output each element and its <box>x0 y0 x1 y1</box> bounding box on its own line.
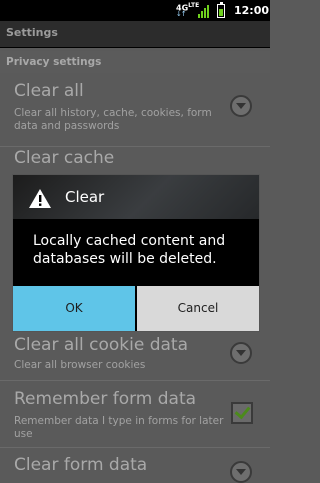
setting-title: Clear cache <box>14 148 115 168</box>
cancel-button[interactable]: Cancel <box>137 286 259 331</box>
chevron-down-icon[interactable] <box>230 342 252 364</box>
setting-subtitle: Clear all browser cookies <box>14 359 146 371</box>
data-activity-arrows: ↓↑ <box>176 10 187 18</box>
warning-icon <box>29 189 51 208</box>
section-header-privacy: Privacy settings <box>0 51 270 73</box>
status-bar: 4GLTE ↓↑ 12:00 <box>0 0 270 21</box>
status-time: 12:00 <box>234 4 270 17</box>
setting-title: Clear all cookie data <box>14 335 189 355</box>
section-label: Privacy settings <box>6 56 102 68</box>
setting-remember-form-data[interactable]: Remember form data Remember data I type … <box>0 381 270 448</box>
clear-dialog: Clear Locally cached content and databas… <box>12 174 260 332</box>
setting-clear-cookie-data[interactable]: Clear all cookie data Clear all browser … <box>0 332 270 381</box>
setting-clear-all[interactable]: Clear all Clear all history, cache, cook… <box>0 73 270 149</box>
battery-icon <box>217 2 225 18</box>
setting-title: Remember form data <box>14 389 197 409</box>
page-title: Settings <box>6 26 58 39</box>
signal-strength-icon <box>198 5 209 18</box>
title-bar: Settings <box>0 21 270 48</box>
setting-subtitle: Clear all history, cache, cookies, form … <box>14 107 212 132</box>
chevron-down-icon[interactable] <box>230 95 252 117</box>
setting-clear-form-data[interactable]: Clear form data <box>0 449 270 483</box>
dialog-message: Locally cached content and databases wil… <box>33 233 226 267</box>
dialog-header: Clear <box>13 175 259 219</box>
dialog-title: Clear <box>65 188 105 206</box>
setting-subtitle: Remember data I type in forms for later … <box>14 415 224 440</box>
setting-title: Clear all <box>14 81 84 101</box>
setting-title: Clear form data <box>14 455 148 475</box>
divider <box>0 447 270 448</box>
checkbox-remember-form-data[interactable] <box>231 402 253 424</box>
ok-button[interactable]: OK <box>13 286 135 331</box>
